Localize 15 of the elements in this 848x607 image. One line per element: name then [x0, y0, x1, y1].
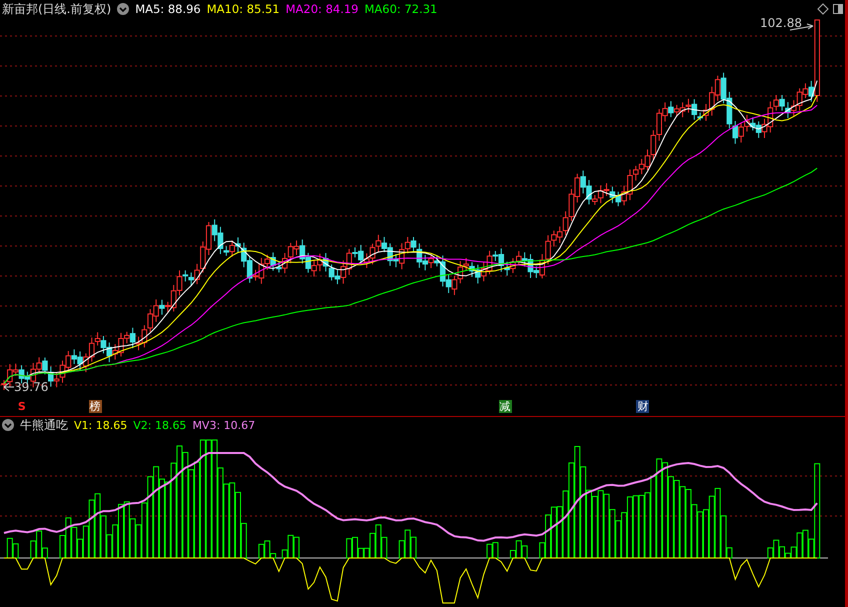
event-tag[interactable]: 财 — [636, 400, 650, 413]
ma-legend-value: MA10: 85.51 — [206, 2, 280, 16]
ma-legend-value: MA60: 72.31 — [364, 2, 438, 16]
indicator-title: 牛熊通吃 — [20, 416, 68, 434]
stock-title: 新亩邦(日线.前复权) — [2, 0, 112, 18]
high-price-label: 102.88 — [760, 16, 802, 30]
low-price-label: 39.76 — [14, 380, 48, 394]
buy-signal-marker[interactable]: S — [16, 400, 27, 413]
event-tag[interactable]: 榜 — [88, 400, 102, 413]
event-tag[interactable]: 减 — [498, 400, 512, 413]
indicator-legend-value: V2: 18.65 — [133, 418, 186, 432]
indicator-legend-value: V1: 18.65 — [74, 418, 128, 432]
ma-legend-value: MA20: 84.19 — [286, 2, 358, 16]
indicator-legend-value: MV3: 10.67 — [192, 418, 256, 432]
ma-legend-value: MA5: 88.96 — [135, 2, 201, 16]
